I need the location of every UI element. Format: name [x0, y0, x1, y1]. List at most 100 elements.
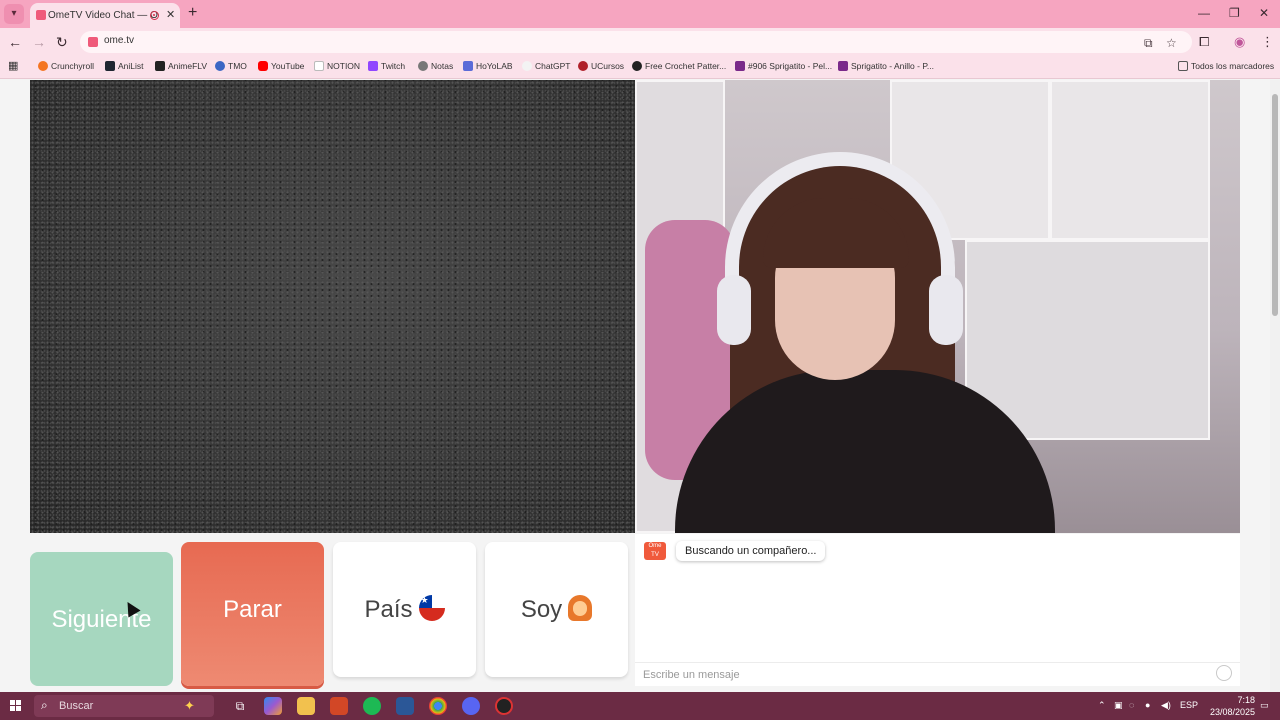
apple-icon — [418, 61, 428, 71]
bookmark-notas[interactable]: Notas — [418, 61, 453, 71]
notion-icon — [314, 61, 324, 71]
cast-icon[interactable]: ⧉ — [1144, 36, 1153, 51]
url-text: ome.tv — [104, 35, 135, 46]
stop-button[interactable]: Parar — [181, 542, 324, 686]
discord-icon[interactable] — [462, 697, 480, 715]
chat-input[interactable]: Escribe un mensaje — [635, 662, 1240, 687]
copilot-sparkle-icon: ✦ — [184, 698, 195, 713]
stop-button-label: Parar — [223, 596, 282, 623]
bookmark-twitch[interactable]: Twitch — [368, 61, 405, 71]
minimize-button[interactable]: — — [1198, 6, 1210, 20]
apps-grid-icon[interactable]: ▦ — [8, 59, 18, 72]
shop-icon — [838, 61, 848, 71]
youtube-icon — [258, 61, 268, 71]
menu-icon[interactable]: ⋮ — [1261, 34, 1274, 50]
bookmark-ucursos[interactable]: UCursos — [578, 61, 624, 71]
network-icon[interactable]: ◌ — [1129, 700, 1134, 710]
hoyolab-icon — [463, 61, 473, 71]
bookmark-anilist[interactable]: AniList — [105, 61, 144, 71]
next-button[interactable]: Siguiente — [30, 552, 173, 686]
tab-close-icon[interactable]: ✕ — [166, 3, 175, 28]
bookmarks-bar: ▦ Crunchyroll AniList AnimeFLV TMO YouTu… — [0, 56, 1280, 79]
profile-icon[interactable]: ◉ — [1234, 34, 1245, 50]
bookmark-youtube[interactable]: YouTube — [258, 61, 304, 71]
word-icon[interactable] — [396, 697, 414, 715]
headphone-cup — [717, 275, 751, 345]
browser-toolbar: ← → ↻ ome.tv ⧉ ☆ — [0, 28, 1280, 56]
emoji-picker-icon[interactable] — [1216, 665, 1232, 681]
country-button[interactable]: País — [333, 542, 476, 677]
bookmark-animeflv[interactable]: AnimeFLV — [155, 61, 207, 71]
animeflv-icon — [155, 61, 165, 71]
ucursos-icon — [578, 61, 588, 71]
crunchyroll-icon — [38, 61, 48, 71]
chrome-icon[interactable] — [429, 697, 447, 715]
page-scrollbar[interactable] — [1270, 80, 1280, 692]
chatgpt-icon — [522, 61, 532, 71]
shop-icon — [735, 61, 745, 71]
address-bar[interactable]: ome.tv ⧉ ☆ — [80, 31, 1192, 53]
bookmark-notion[interactable]: NOTION — [314, 61, 360, 71]
taskbar-search[interactable]: ⌕ Buscar ✦ — [34, 695, 214, 717]
new-tab-button[interactable]: + — [188, 4, 197, 22]
chat-input-placeholder: Escribe un mensaje — [643, 669, 740, 681]
country-button-label: País — [364, 596, 413, 623]
back-button[interactable]: ← — [8, 34, 22, 50]
windows-start-icon[interactable] — [10, 700, 22, 712]
device-icon[interactable]: ▣ — [1114, 700, 1123, 711]
active-tab[interactable]: OmeTV Video Chat — Ome ✕ — [30, 3, 180, 28]
bookmark-crochet[interactable]: Free Crochet Patter... — [632, 61, 726, 71]
all-bookmarks[interactable]: Todos los marcadores — [1178, 61, 1274, 71]
taskbar-search-placeholder: Buscar — [59, 700, 94, 712]
copilot-icon[interactable] — [264, 697, 282, 715]
clock-date: 23/08/2025 — [1209, 707, 1255, 717]
chat-status-message: Buscando un compañero... — [676, 541, 826, 561]
bookmark-tmo[interactable]: TMO — [215, 61, 247, 71]
tab-search-button[interactable]: ▾ — [4, 4, 24, 24]
tmo-icon — [215, 61, 225, 71]
bookmark-crunchyroll[interactable]: Crunchyroll — [38, 61, 94, 71]
file-explorer-icon[interactable] — [297, 697, 315, 715]
notifications-icon[interactable]: ▭ — [1260, 700, 1269, 711]
chat-panel: Ome TV Buscando un compañero... Escribe … — [635, 534, 1240, 686]
anilist-icon — [105, 61, 115, 71]
chile-flag-icon — [418, 595, 445, 621]
woman-emoji-icon — [568, 595, 593, 621]
forward-button[interactable]: → — [32, 34, 46, 50]
bookmark-hoyolab[interactable]: HoYoLAB — [463, 61, 513, 71]
clock-time: 7:18 — [1237, 695, 1255, 705]
bookmark-chatgpt[interactable]: ChatGPT — [522, 61, 570, 71]
spotify-icon[interactable] — [363, 697, 381, 715]
obs-icon[interactable] — [495, 697, 513, 715]
recording-indicator-icon — [150, 11, 159, 20]
ometv-logo-icon: Ome TV — [644, 542, 666, 560]
gender-button[interactable]: Soy — [485, 542, 628, 677]
tab-title: OmeTV Video Chat — Ome — [48, 10, 158, 21]
show-hidden-icons-icon[interactable]: ⌃ — [1098, 700, 1106, 711]
twitch-icon — [368, 61, 378, 71]
reload-button[interactable]: ↻ — [56, 34, 68, 51]
bookmark-star-icon[interactable]: ☆ — [1166, 36, 1177, 50]
task-view-icon[interactable]: ⧉ — [231, 697, 249, 715]
bookmark-sprigatito-pel[interactable]: #906 Sprigatito - Pel... — [735, 61, 832, 71]
restore-button[interactable]: ❐ — [1229, 6, 1240, 20]
clock[interactable]: 7:18 23/08/2025 — [1195, 694, 1255, 718]
site-info-icon[interactable] — [88, 37, 98, 47]
microphone-icon[interactable]: ● — [1145, 700, 1150, 710]
scrollbar-thumb[interactable] — [1272, 94, 1278, 316]
headphone-cup — [929, 275, 963, 345]
powerpoint-icon[interactable] — [330, 697, 348, 715]
crochet-site-icon — [632, 61, 642, 71]
remote-video — [30, 80, 635, 533]
browser-tab-bar: ▾ OmeTV Video Chat — Ome ✕ + — ❐ ✕ — [0, 0, 1280, 28]
gender-button-label: Soy — [520, 596, 563, 623]
bookmark-sprigatito-anillo[interactable]: Sprigatito - Anillo - P... — [838, 61, 934, 71]
folder-icon — [1178, 61, 1188, 71]
extensions-icon[interactable]: ⧠ — [1199, 34, 1209, 50]
shelf-cubby — [1050, 80, 1210, 240]
ometv-favicon-icon — [36, 10, 46, 20]
windows-taskbar: ⌕ Buscar ✦ ⧉ ⌃ ▣ ◌ ● ◀) ESP 7:18 23/08/2… — [0, 692, 1280, 720]
search-icon: ⌕ — [41, 698, 48, 712]
volume-icon[interactable]: ◀) — [1161, 700, 1171, 711]
close-window-button[interactable]: ✕ — [1259, 6, 1269, 20]
